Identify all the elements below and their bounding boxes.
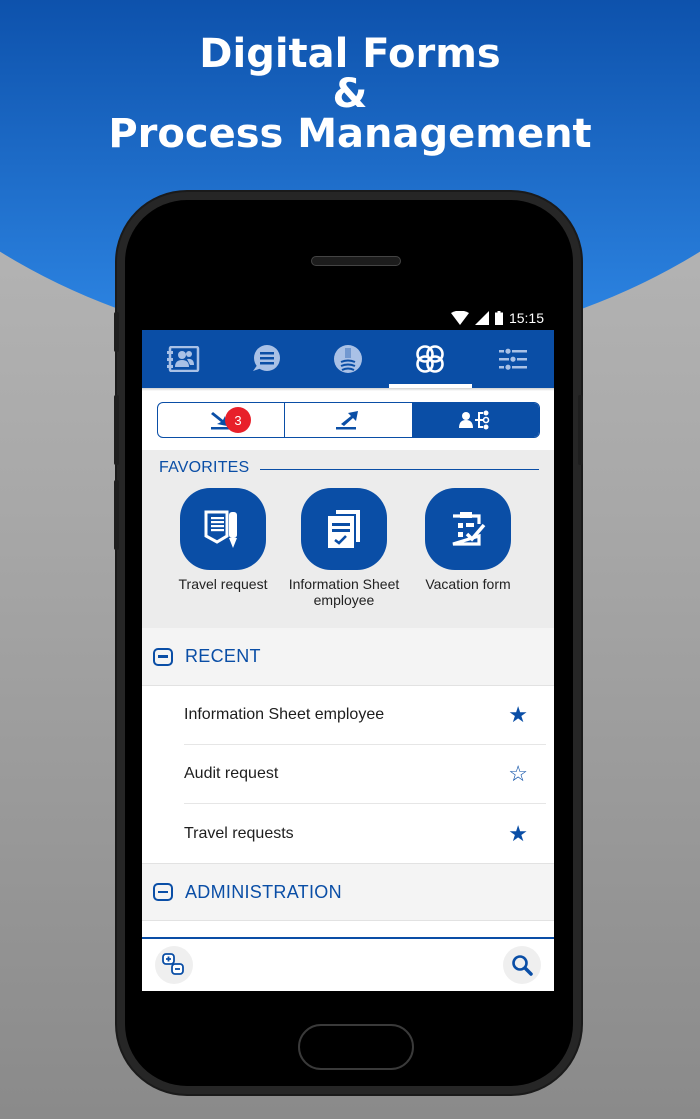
search-button[interactable] bbox=[503, 946, 541, 984]
headline-line-1: Digital Forms bbox=[199, 31, 501, 77]
favorites-panel: FAVORITES Travel request Information She… bbox=[142, 450, 554, 628]
segment-outgoing[interactable] bbox=[284, 403, 411, 437]
section-recent-header[interactable]: RECENT bbox=[142, 628, 554, 686]
headline: Digital Forms & Process Management bbox=[0, 34, 700, 154]
phone-volume-down bbox=[114, 480, 119, 550]
section-title: RECENT bbox=[185, 646, 261, 666]
list-item-label: Audit request bbox=[184, 765, 279, 782]
search-icon bbox=[512, 955, 533, 976]
inbox-segmented-control: 3 bbox=[157, 402, 540, 438]
nav-shadow bbox=[142, 388, 554, 391]
org-process-icon bbox=[458, 410, 490, 430]
sliders-settings-icon bbox=[498, 348, 527, 370]
chat-list-icon bbox=[252, 345, 280, 371]
bottom-toolbar bbox=[142, 937, 554, 991]
star-filled-icon[interactable]: ★ bbox=[508, 702, 528, 728]
phone-power-button bbox=[578, 395, 583, 465]
star-filled-icon[interactable]: ★ bbox=[508, 821, 528, 847]
recent-list: Information Sheet employee ★ Audit reque… bbox=[142, 686, 554, 863]
favorites-divider bbox=[260, 469, 539, 470]
favorite-label: Information Sheet employee bbox=[288, 576, 400, 608]
favorite-label: Travel request bbox=[178, 576, 268, 592]
phone-volume-up bbox=[114, 395, 119, 465]
section-title: ADMINISTRATION bbox=[185, 881, 342, 902]
segment-incoming[interactable]: 3 bbox=[158, 403, 284, 437]
phone-side-button bbox=[114, 312, 119, 352]
workflow-rings-icon bbox=[416, 345, 445, 373]
section-administration-header[interactable]: ADMINISTRATION bbox=[142, 863, 554, 921]
form-pen-icon bbox=[204, 510, 237, 548]
collapse-icon[interactable] bbox=[153, 883, 173, 901]
status-bar: 15:15 bbox=[142, 306, 554, 330]
status-time: 15:15 bbox=[508, 310, 544, 326]
contacts-book-icon bbox=[167, 346, 200, 372]
segment-processes[interactable] bbox=[411, 403, 539, 437]
headline-line-3: Process Management bbox=[108, 111, 592, 157]
list-item[interactable]: Travel requests ★ bbox=[184, 804, 546, 863]
favorite-travel-request[interactable]: Travel request bbox=[163, 488, 283, 592]
documents-check-icon bbox=[328, 510, 360, 548]
favorites-title: FAVORITES bbox=[159, 459, 250, 476]
clipboard-check-icon bbox=[452, 512, 486, 546]
incoming-count-badge: 3 bbox=[225, 407, 251, 433]
headline-line-2: & bbox=[332, 71, 368, 117]
expand-collapse-icon bbox=[162, 953, 184, 975]
tab-messages[interactable] bbox=[224, 330, 306, 388]
list-item[interactable]: Information Sheet employee ★ bbox=[184, 686, 546, 745]
tab-contacts[interactable] bbox=[142, 330, 224, 388]
favorite-icon-tile bbox=[301, 488, 387, 570]
star-outline-icon[interactable]: ☆ bbox=[508, 761, 528, 787]
thumbs-up-icon bbox=[334, 345, 363, 373]
list-item-label: Information Sheet employee bbox=[184, 706, 385, 723]
battery-icon bbox=[494, 311, 503, 325]
favorite-icon-tile bbox=[180, 488, 266, 570]
favorite-vacation-form[interactable]: Vacation form bbox=[408, 488, 528, 592]
favorite-icon-tile bbox=[425, 488, 511, 570]
favorite-information-sheet[interactable]: Information Sheet employee bbox=[284, 488, 404, 608]
tab-feedback[interactable] bbox=[307, 330, 389, 388]
top-navigation bbox=[142, 330, 554, 388]
tab-settings[interactable] bbox=[472, 330, 554, 388]
phone-home-button bbox=[298, 1024, 414, 1070]
collapse-icon[interactable] bbox=[153, 647, 173, 666]
outbox-arrow-icon bbox=[336, 411, 359, 430]
list-item[interactable]: Audit request ☆ bbox=[184, 745, 546, 804]
expand-collapse-button[interactable] bbox=[155, 946, 193, 984]
list-item-label: Travel requests bbox=[184, 824, 294, 842]
favorite-label: Vacation form bbox=[425, 576, 511, 592]
signal-icon bbox=[474, 311, 489, 325]
phone-speaker bbox=[311, 256, 401, 266]
tab-workflows[interactable] bbox=[389, 330, 473, 388]
app-screen: 15:15 3 FAVORITES Travel request Informa… bbox=[142, 306, 554, 991]
wifi-icon bbox=[450, 311, 469, 325]
